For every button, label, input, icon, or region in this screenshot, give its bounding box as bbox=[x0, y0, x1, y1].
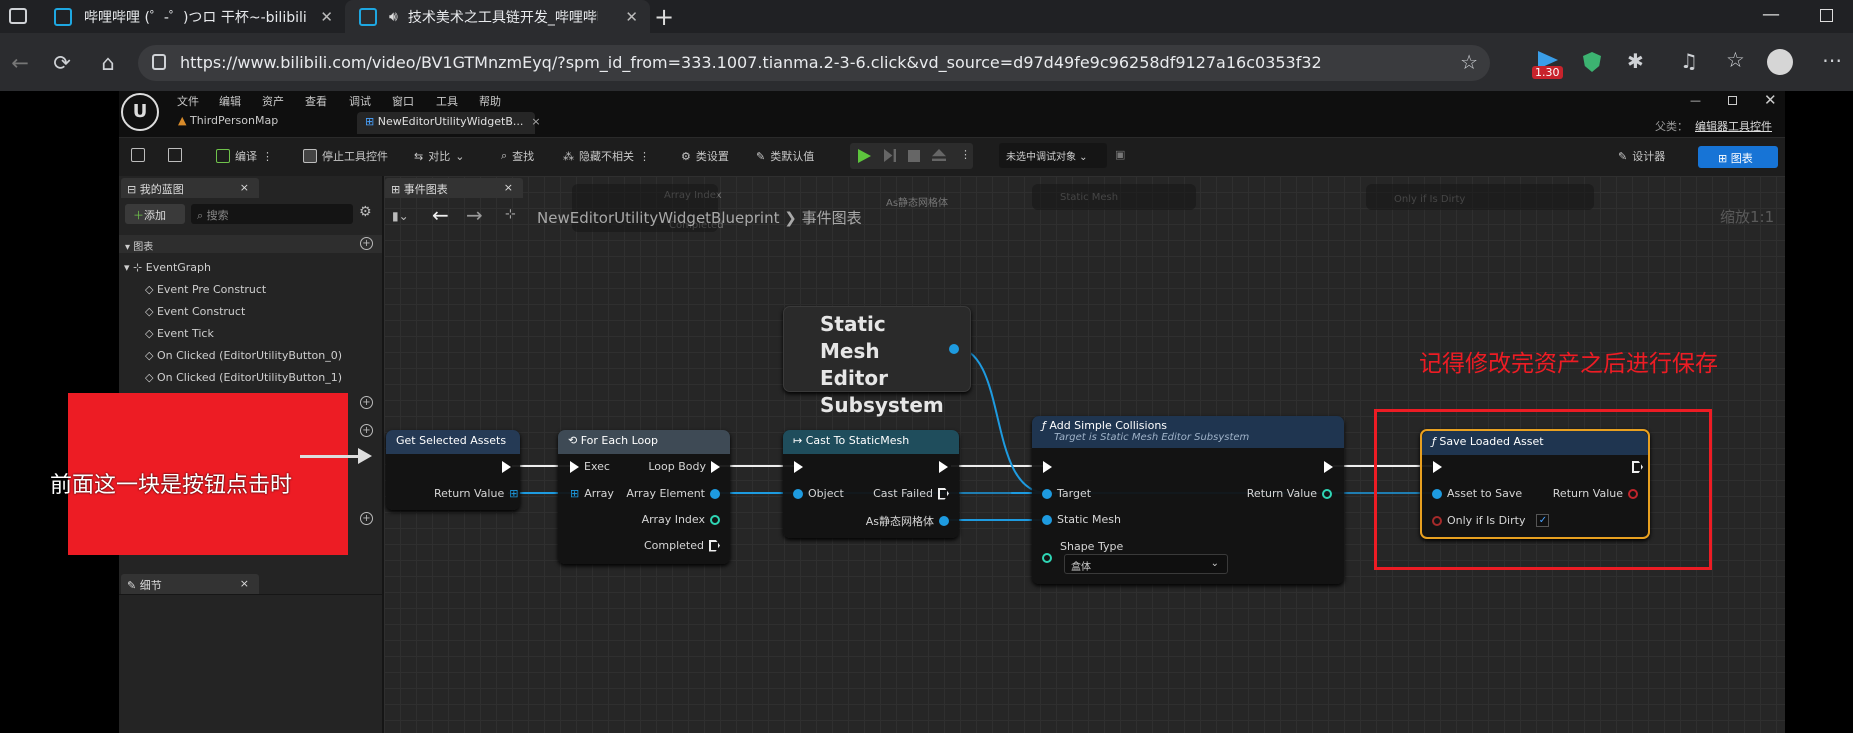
exec-in-pin[interactable] bbox=[1043, 461, 1052, 473]
loop-body-pin[interactable]: Loop Body bbox=[648, 460, 720, 473]
get-selected-assets-node[interactable]: Get Selected Assets Return Value ⊞ bbox=[386, 430, 520, 510]
annotation-right-text: 记得修改完资产之后进行保存 bbox=[1419, 351, 1718, 377]
array-grid-icon: ⊞ bbox=[509, 487, 519, 500]
object-pin[interactable]: Object bbox=[793, 487, 844, 500]
array-in-pin[interactable]: ⊞ Array bbox=[570, 487, 614, 500]
node-header: ƒ Add Simple Collisions Target is Static… bbox=[1032, 416, 1344, 448]
shape-type-pin[interactable] bbox=[1042, 553, 1052, 563]
as-static-mesh-pin[interactable]: As静态网格体 bbox=[866, 513, 949, 529]
annotation-left-text: 前面这一块是按钮点击时 bbox=[50, 473, 293, 498]
cast-failed-pin[interactable]: Cast Failed bbox=[873, 487, 949, 500]
for-each-loop-node[interactable]: ⟲ For Each Loop Exec Loop Body ⊞ Array Ar… bbox=[558, 430, 730, 564]
array-element-pin[interactable]: Array Element bbox=[626, 487, 720, 500]
static-mesh-pin[interactable]: Static Mesh bbox=[1042, 513, 1121, 526]
node-subtitle: Target is Static Mesh Editor Subsystem bbox=[1054, 432, 1250, 443]
node-header: ⟲ For Each Loop bbox=[558, 430, 730, 454]
add-simple-collisions-node[interactable]: ƒ Add Simple Collisions Target is Static… bbox=[1032, 416, 1344, 584]
shape-type-dropdown[interactable]: 盒体 ⌄ bbox=[1064, 554, 1228, 574]
subsystem-node-title: Static Mesh Editor Subsystem bbox=[820, 312, 944, 417]
target-pin[interactable]: Target bbox=[1042, 487, 1091, 500]
array-index-pin[interactable]: Array Index bbox=[642, 513, 720, 526]
annotation-arrow bbox=[300, 455, 360, 458]
cast-icon: ↦ bbox=[793, 434, 806, 447]
subsystem-node[interactable]: Static Mesh Editor Subsystem bbox=[783, 306, 971, 417]
shape-type-value: 盒体 bbox=[1071, 562, 1091, 573]
annotation-arrow-head bbox=[358, 448, 372, 464]
chevron-down-icon: ⌄ bbox=[1210, 558, 1219, 569]
subsystem-output-pin[interactable] bbox=[949, 344, 959, 354]
shape-type-label: Shape Type bbox=[1060, 540, 1124, 553]
exec-out-pin[interactable] bbox=[502, 461, 511, 473]
exec-out-pin[interactable] bbox=[939, 461, 948, 473]
exec-in-pin[interactable] bbox=[794, 461, 803, 473]
exec-in-pin[interactable]: Exec bbox=[570, 460, 610, 473]
loop-icon: ⟲ bbox=[568, 434, 581, 447]
node-header: ↦ Cast To StaticMesh bbox=[783, 430, 959, 454]
array-grid-icon: ⊞ bbox=[570, 487, 580, 500]
completed-pin[interactable]: Completed bbox=[644, 539, 720, 552]
exec-out-pin[interactable] bbox=[1324, 461, 1333, 473]
node-header: Get Selected Assets bbox=[386, 430, 520, 454]
return-value-pin[interactable]: Return Value ⊞ bbox=[434, 487, 518, 500]
cast-to-static-mesh-node[interactable]: ↦ Cast To StaticMesh Object Cast Failed … bbox=[783, 430, 959, 538]
annotation-red-frame bbox=[1374, 409, 1712, 570]
return-value-pin[interactable]: Return Value bbox=[1247, 487, 1332, 500]
